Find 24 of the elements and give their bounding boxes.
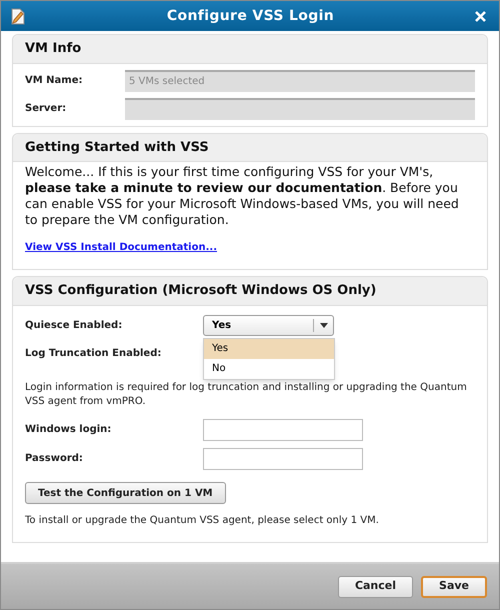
section-header: VSS Configuration (Microsoft Windows OS Only) (13, 277, 487, 306)
field-label: VM Name: (25, 74, 84, 88)
save-button[interactable]: Save (421, 576, 487, 598)
field-label: Windows login: (25, 423, 112, 437)
section-header: Getting Started with VSS (13, 134, 487, 162)
field-label: Password: (25, 452, 84, 466)
field-label: Server: (25, 102, 68, 116)
pencil-page-icon (9, 7, 27, 25)
input-field[interactable] (203, 448, 363, 470)
quiesce-dropdown[interactable]: Yes (203, 315, 334, 336)
section-header: VM Info (13, 35, 487, 64)
input-field[interactable] (203, 418, 363, 440)
dropdown-option[interactable]: No (204, 358, 334, 378)
cancel-button[interactable]: Cancel (338, 576, 414, 598)
field-label: Log Truncation Enabled: (25, 347, 162, 361)
dropdown-option[interactable]: Yes (204, 338, 334, 358)
login-note: Login information is required for log truncation and installing or upgrading the Quantum VSS agent from vmPRO. (25, 380, 468, 408)
test-configuration-button[interactable]: Test the Configuration on 1 VM (25, 482, 226, 504)
close-icon[interactable] (474, 10, 487, 22)
footnote: To install or upgrade the Quantum VSS agent, please select only 1 VM. (25, 514, 380, 528)
welcome-paragraph: Welcome... If this is your first time configuring VSS for your VM's, please take a minute to review our documentation. Before you can enable VSS for your Microsoft Windows-based VMs, you will need to prepare the VM configuration. (25, 163, 460, 228)
field-label: Quiesce Enabled: (25, 319, 124, 333)
documentation-link[interactable]: View VSS Install Documentation... (25, 242, 217, 253)
window-title: Configure VSS Login (166, 6, 336, 26)
